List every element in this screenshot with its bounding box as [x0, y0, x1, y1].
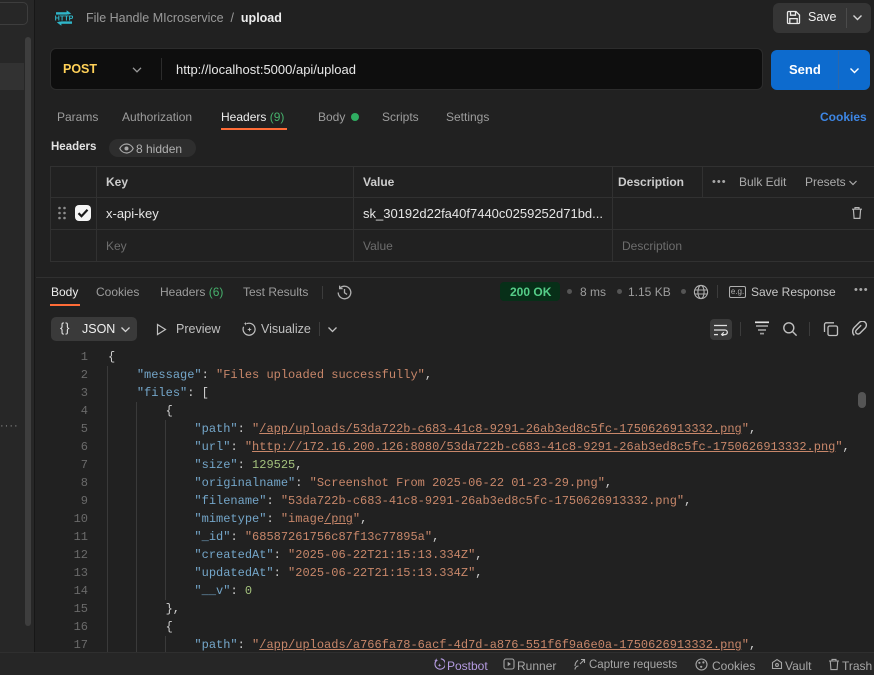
svg-text:HTTP: HTTP [55, 13, 73, 22]
